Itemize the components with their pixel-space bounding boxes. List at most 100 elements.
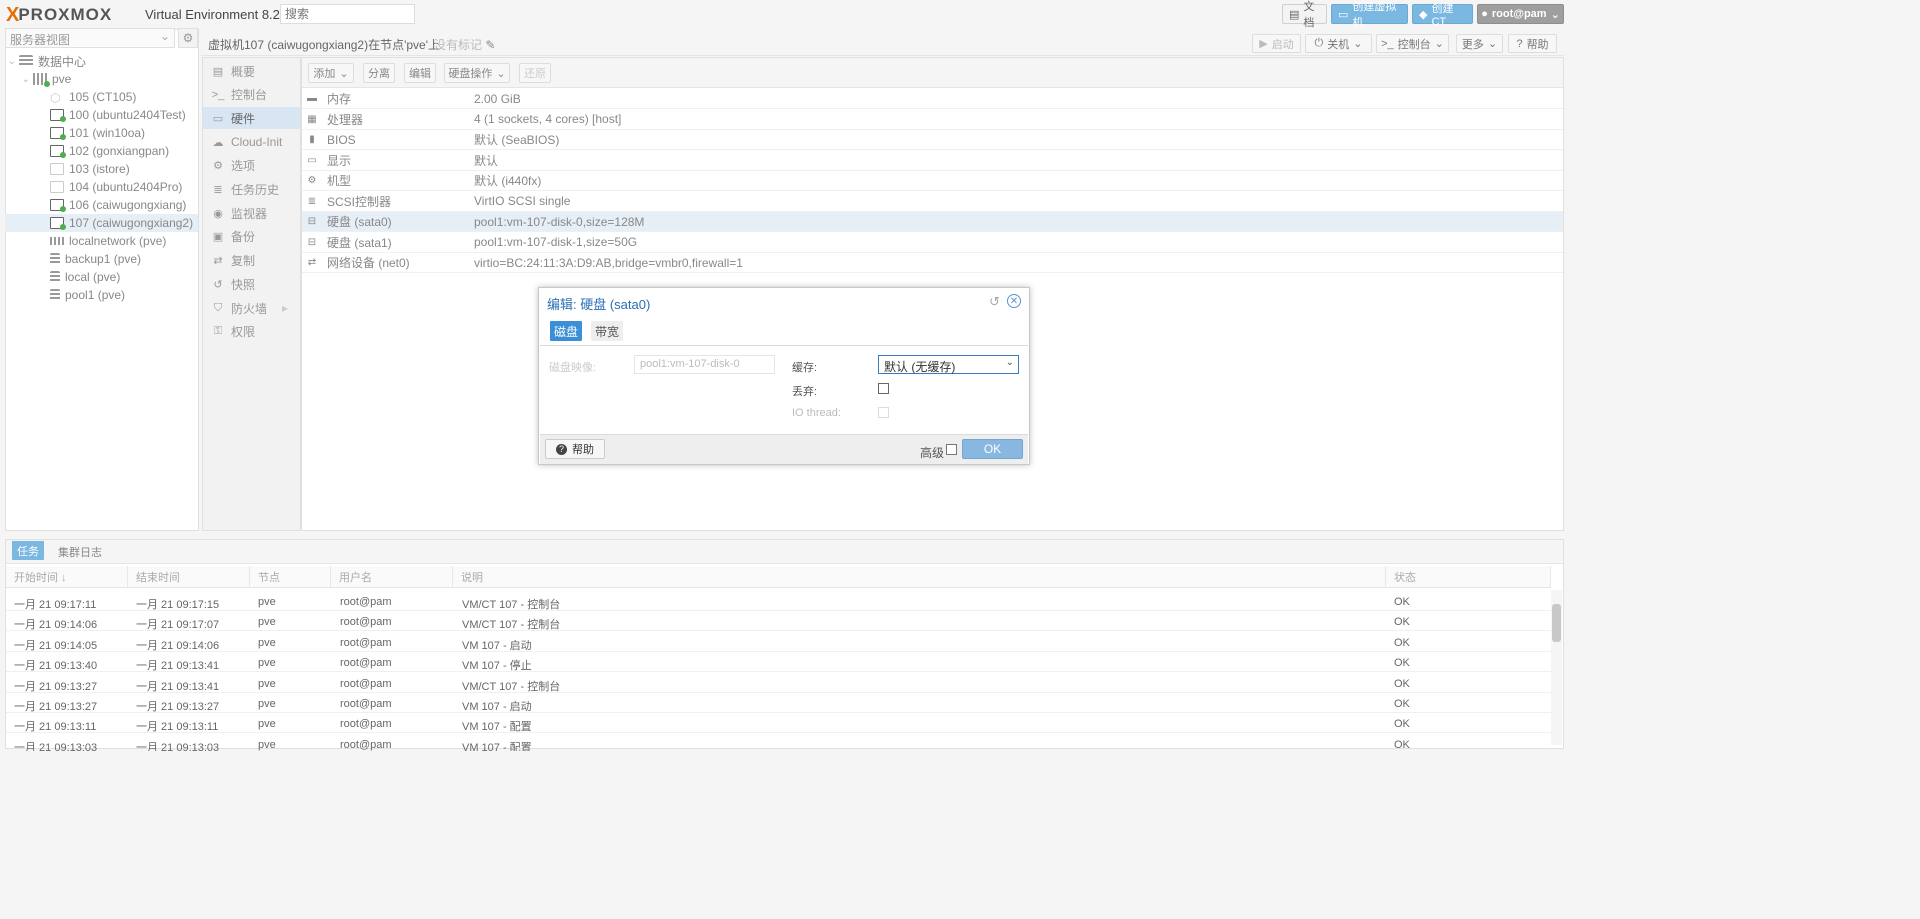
hardware-row[interactable]: ▦ 处理器 4 (1 sockets, 4 cores) [host] xyxy=(302,110,1563,130)
hardware-row[interactable]: ⚙ 机型 默认 (i440fx) xyxy=(302,171,1563,191)
hardware-value: 2.00 GiB xyxy=(474,91,521,106)
detach-button[interactable]: 分离 xyxy=(363,63,395,83)
task-row[interactable]: 一月 21 09:13:11 一月 21 09:13:11 pve root@pam V… xyxy=(6,713,1551,734)
help-button[interactable]: ? 帮助 xyxy=(1508,34,1557,53)
column-header[interactable]: 节点 xyxy=(250,566,331,588)
vm-nav-item[interactable]: ≣ 任务历史 xyxy=(203,179,300,201)
more-button[interactable]: 更多 ⌄ xyxy=(1456,34,1503,53)
disk-action-button[interactable]: 硬盘操作 ⌄ xyxy=(444,63,510,83)
vm-nav-label: 备份 xyxy=(231,230,256,245)
edit-button[interactable]: 编辑 xyxy=(404,63,436,83)
vm-nav-item[interactable]: ▤ 概要 xyxy=(203,60,300,82)
tree-item[interactable]: local (pve) xyxy=(5,268,198,286)
tree-item[interactable]: ⌄ pve xyxy=(5,70,198,88)
tab-bandwidth[interactable]: 带宽 xyxy=(591,321,623,341)
tree-item[interactable]: backup1 (pve) xyxy=(5,250,198,268)
tree-item[interactable]: 103 (istore) xyxy=(5,160,198,178)
search-input[interactable] xyxy=(280,4,415,24)
dialog-help-button[interactable]: ? 帮助 xyxy=(545,439,605,459)
task-row[interactable]: 一月 21 09:14:06 一月 21 09:17:07 pve root@pam V… xyxy=(6,611,1551,632)
proxmox-logo[interactable]: X PROXMOX xyxy=(6,4,113,26)
task-cell: pve xyxy=(258,718,276,731)
shutdown-button[interactable]: ⏻ 关机 ⌄ xyxy=(1305,34,1372,53)
task-cell: OK xyxy=(1394,616,1410,629)
tree-item[interactable]: pool1 (pve) xyxy=(5,286,198,304)
column-header[interactable]: 结束时间 xyxy=(128,566,250,588)
task-row[interactable]: 一月 21 09:17:11 一月 21 09:17:15 pve root@pam V… xyxy=(6,591,1551,611)
reset-icon[interactable]: ↺ xyxy=(989,294,1000,310)
task-row[interactable]: 一月 21 09:14:05 一月 21 09:14:06 pve root@pam V… xyxy=(6,632,1551,652)
tree-item[interactable]: localnetwork (pve) xyxy=(5,232,198,250)
hardware-row[interactable]: ⇄ 网络设备 (net0) virtio=BC:24:11:3A:D9:AB,bri… xyxy=(302,253,1563,273)
task-row[interactable]: 一月 21 09:13:40 一月 21 09:13:41 pve root@pam V… xyxy=(6,652,1551,673)
revert-button[interactable]: 还原 xyxy=(519,63,551,83)
tree-item[interactable]: 104 (ubuntu2404Pro) xyxy=(5,178,198,196)
tree-item-label: 100 (ubuntu2404Test) xyxy=(69,108,186,122)
hardware-row[interactable]: ▮ BIOS 默认 (SeaBIOS) xyxy=(302,130,1563,150)
task-row[interactable]: 一月 21 09:13:27 一月 21 09:13:41 pve root@pam V… xyxy=(6,673,1551,693)
discard-checkbox[interactable] xyxy=(878,383,889,394)
hardware-row[interactable]: ⊟ 硬盘 (sata1) pool1:vm-107-disk-1,size=50G xyxy=(302,233,1563,253)
user-menu-button[interactable]: ● root@pam ⌄ xyxy=(1477,4,1564,24)
task-cell: OK xyxy=(1394,698,1410,710)
close-icon[interactable]: ✕ xyxy=(1007,294,1021,308)
create-ct-button[interactable]: ◆ 创建CT xyxy=(1412,3,1473,28)
task-row[interactable]: 一月 21 09:13:27 一月 21 09:13:27 pve root@pam V… xyxy=(6,693,1551,713)
advanced-checkbox[interactable] xyxy=(946,444,957,455)
vm-nav-item[interactable]: ⚿ 权限 xyxy=(203,321,300,343)
tree-item[interactable]: 100 (ubuntu2404Test) xyxy=(5,106,198,124)
docs-button[interactable]: ▤ 文档 xyxy=(1282,1,1327,29)
cache-select[interactable]: 默认 (无缓存) ⌄ xyxy=(878,355,1019,374)
chevron-down-icon: ⌄ xyxy=(1434,38,1444,50)
vm-nav-item[interactable]: ◉ 监视器 xyxy=(203,202,300,224)
tab-tasks[interactable]: 任务 xyxy=(12,541,44,560)
hardware-row[interactable]: ⊟ 硬盘 (sata0) pool1:vm-107-disk-0,size=128M xyxy=(302,212,1563,232)
tree-item[interactable]: 106 (caiwugongxiang) xyxy=(5,196,198,214)
start-button[interactable]: ▶ 启动 xyxy=(1252,34,1301,53)
vm-nav-label: 复制 xyxy=(231,254,256,269)
create-vm-button[interactable]: ▭ 创建虚拟机 xyxy=(1331,1,1408,29)
vm-nav-item[interactable]: >_ 控制台 xyxy=(203,84,300,106)
vm-nav-item[interactable]: ⇄ 复制 xyxy=(203,250,300,272)
vm-icon xyxy=(50,109,66,122)
vm-nav-item[interactable]: ▭ 硬件 xyxy=(203,107,300,130)
tree-item[interactable]: 102 (gonxiangpan) xyxy=(5,142,198,160)
vm-nav-item[interactable]: ▣ 备份 xyxy=(203,226,300,248)
logo-text: PROXMOX xyxy=(18,5,113,24)
tree-item[interactable]: 101 (win10oa) xyxy=(5,124,198,142)
task-cell: root@pam xyxy=(340,738,392,751)
column-header[interactable]: 状态 xyxy=(1386,566,1551,588)
tree-item[interactable]: ⬡ 105 (CT105) xyxy=(5,88,198,106)
tree-item[interactable]: ⌄ 数据中心 xyxy=(5,52,198,70)
vm-nav-item[interactable]: ↺ 快照 xyxy=(203,273,300,295)
vm-nav-item[interactable]: ⛉ 防火墙 ▸ xyxy=(203,297,300,319)
hardware-key: 硬盘 (sata0) xyxy=(327,215,392,229)
hardware-key: 硬盘 (sata1) xyxy=(327,235,392,250)
add-button[interactable]: 添加 ⌄ xyxy=(308,63,354,83)
task-scrollbar-thumb[interactable] xyxy=(1552,604,1561,642)
chevron-down-icon: ⌄ xyxy=(496,67,506,80)
column-header[interactable]: 说明 xyxy=(453,566,1386,588)
tab-cluster-log[interactable]: 集群日志 xyxy=(58,544,102,560)
iothread-checkbox[interactable] xyxy=(878,407,889,418)
task-row[interactable]: 一月 21 09:13:03 一月 21 09:13:03 pve root@pam V… xyxy=(6,734,1551,751)
gear-icon[interactable]: ⚙ xyxy=(178,28,198,48)
tab-disk[interactable]: 磁盘 xyxy=(550,321,582,341)
column-header[interactable]: 开始时间 ↓ xyxy=(6,566,128,588)
vm-nav-item[interactable]: ☁ Cloud-Init xyxy=(203,131,300,153)
shield-icon: ⛉ xyxy=(213,301,223,314)
hardware-row[interactable]: ≣ SCSI控制器 VirtIO SCSI single xyxy=(302,192,1563,212)
hardware-key: 处理器 xyxy=(327,112,364,127)
hardware-row[interactable]: ▭ 显示 默认 xyxy=(302,151,1563,171)
tree-item[interactable]: 107 (caiwugongxiang2) xyxy=(5,214,198,232)
task-tabs-bar xyxy=(6,540,1563,564)
hardware-value: VirtIO SCSI single xyxy=(474,194,571,208)
column-header[interactable]: 用户名 xyxy=(331,566,453,588)
hardware-row[interactable]: ▬ 内存 2.00 GiB xyxy=(302,89,1563,109)
vm-nav-item[interactable]: ⚙ 选项 xyxy=(203,155,300,177)
tags-area[interactable]: 没有标记 ✎ xyxy=(434,36,495,53)
console-button[interactable]: >_ 控制台 ⌄ xyxy=(1376,34,1449,53)
ok-button[interactable]: OK xyxy=(962,439,1023,459)
view-selector[interactable]: 服务器视图 ⌄ xyxy=(5,28,175,48)
task-cell: root@pam xyxy=(340,718,392,731)
